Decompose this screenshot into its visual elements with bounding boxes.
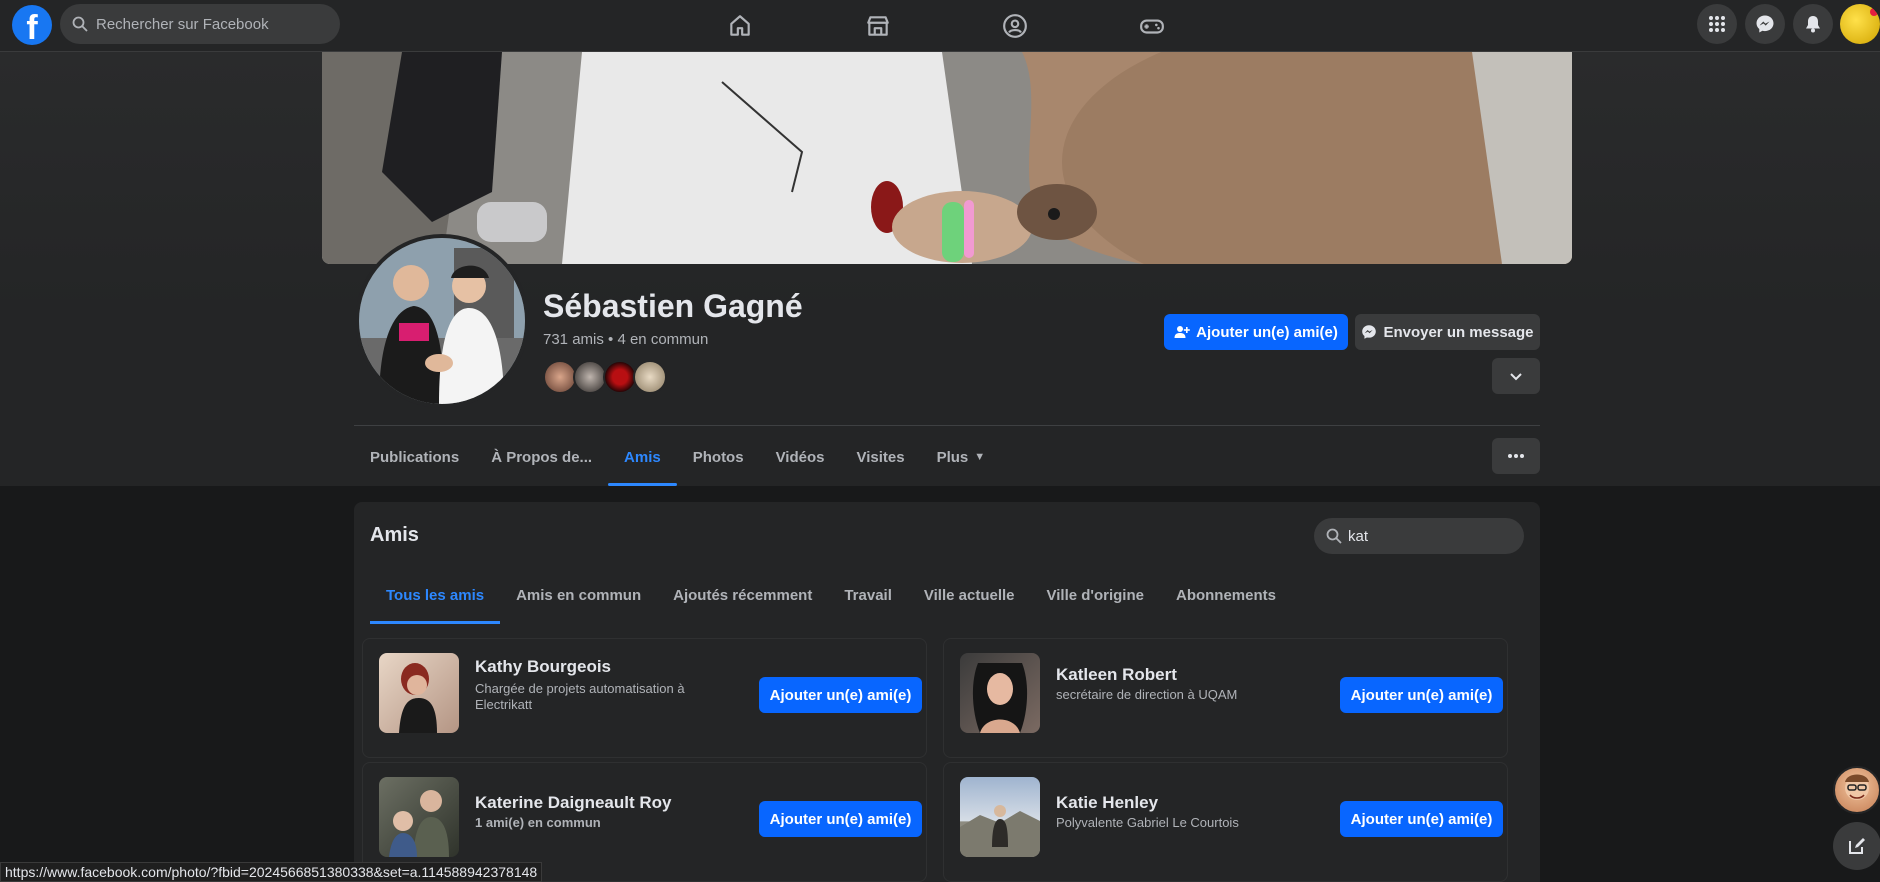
add-friend-button[interactable]: Ajouter un(e) ami(e)	[759, 677, 922, 713]
profile-picture[interactable]	[355, 234, 529, 408]
tab-friends[interactable]: Amis	[608, 428, 677, 486]
friends-card: Amis Tous les amis Amis en commun Ajouté…	[354, 502, 1540, 882]
new-message-button[interactable]	[1833, 822, 1880, 870]
tab-about[interactable]: À Propos de...	[475, 428, 608, 486]
subtab-label: Ajoutés récemment	[673, 586, 813, 604]
tab-more[interactable]: Plus ▼	[921, 428, 1002, 486]
add-friend-button[interactable]: Ajouter un(e) ami(e)	[759, 801, 922, 837]
subtab-label: Tous les amis	[386, 586, 485, 604]
friend-card: Katleen Robert secrétaire de direction à…	[943, 638, 1508, 758]
tab-visits[interactable]: Visites	[841, 428, 921, 486]
tab-label: Amis	[624, 448, 661, 466]
messenger-icon[interactable]	[1745, 4, 1785, 44]
search-icon	[1326, 528, 1342, 544]
friend-photo[interactable]	[379, 777, 459, 857]
marketplace-icon[interactable]	[860, 8, 896, 44]
mutual-avatar[interactable]	[603, 360, 637, 394]
compose-icon	[1849, 838, 1865, 854]
tab-label: À Propos de...	[491, 448, 593, 466]
subtab-label: Travail	[844, 586, 892, 604]
search-icon	[72, 16, 88, 32]
send-message-label: Envoyer un message	[1383, 323, 1534, 341]
top-navigation-bar: f	[0, 0, 1880, 52]
friends-search-box[interactable]	[1314, 518, 1524, 554]
global-search-input[interactable]	[96, 15, 316, 33]
subtab-label: Amis en commun	[516, 586, 642, 604]
notifications-icon[interactable]	[1793, 4, 1833, 44]
friend-card: Katie Henley Polyvalente Gabriel Le Cour…	[943, 762, 1508, 882]
subtab-current-city[interactable]: Ville actuelle	[908, 566, 1031, 624]
gaming-icon[interactable]	[1134, 8, 1170, 44]
profile-name: Sébastien Gagné	[543, 288, 803, 324]
friend-name[interactable]: Katerine Daigneault Roy	[475, 793, 672, 813]
mutual-friends-count[interactable]: 1 ami(e) en commun	[475, 815, 705, 831]
add-friend-button[interactable]: Ajouter un(e) ami(e)	[1164, 314, 1348, 350]
cover-photo[interactable]	[322, 52, 1572, 264]
add-friend-label: Ajouter un(e) ami(e)	[1196, 323, 1338, 341]
mutual-friends-avatars[interactable]	[543, 360, 667, 394]
header-divider	[354, 425, 1540, 426]
mutual-avatar[interactable]	[543, 360, 577, 394]
friend-name[interactable]: Katleen Robert	[1056, 665, 1177, 685]
friend-photo[interactable]	[960, 777, 1040, 857]
add-person-icon	[1174, 326, 1190, 338]
tab-publications[interactable]: Publications	[354, 428, 475, 486]
tab-label: Plus	[936, 448, 969, 466]
friend-card: Kathy Bourgeois Chargée de projets autom…	[362, 638, 927, 758]
subtab-hometown[interactable]: Ville d'origine	[1031, 566, 1160, 624]
groups-icon[interactable]	[997, 8, 1033, 44]
tab-label: Vidéos	[775, 448, 825, 466]
tab-label: Photos	[692, 448, 744, 466]
tab-label: Visites	[856, 448, 905, 466]
tab-photos[interactable]: Photos	[677, 428, 760, 486]
messenger-icon	[1362, 325, 1377, 339]
tab-label: Publications	[370, 448, 460, 466]
subtab-all-friends[interactable]: Tous les amis	[370, 566, 501, 624]
ellipsis-icon	[1508, 454, 1524, 458]
home-icon[interactable]	[722, 8, 758, 44]
add-friend-button[interactable]: Ajouter un(e) ami(e)	[1340, 677, 1503, 713]
chevron-down-icon	[1510, 373, 1522, 381]
friends-title: Amis	[370, 524, 419, 546]
global-search-box[interactable]	[60, 4, 340, 44]
mutual-avatar[interactable]	[633, 360, 667, 394]
subtab-recently-added[interactable]: Ajoutés récemment	[657, 566, 828, 624]
profile-options-dropdown[interactable]	[1492, 358, 1540, 394]
subtab-label: Abonnements	[1175, 586, 1276, 604]
status-bar-url: https://www.facebook.com/photo/?fbid=202…	[0, 862, 543, 882]
add-friend-button[interactable]: Ajouter un(e) ami(e)	[1340, 801, 1503, 837]
notification-dot-icon	[1870, 8, 1878, 16]
friend-photo[interactable]	[379, 653, 459, 733]
subtab-work[interactable]: Travail	[828, 566, 908, 624]
more-options-button[interactable]	[1492, 438, 1540, 474]
friend-name[interactable]: Kathy Bourgeois	[475, 657, 611, 677]
friend-name[interactable]: Katie Henley	[1056, 793, 1158, 813]
caret-down-icon: ▼	[974, 451, 986, 463]
friend-count[interactable]: 731 amis • 4 en commun	[543, 331, 708, 348]
subtab-mutual-friends[interactable]: Amis en commun	[500, 566, 657, 624]
friend-description: Chargée de projets automatisation à Elec…	[475, 681, 685, 712]
menu-grid-icon[interactable]	[1697, 4, 1737, 44]
friend-description: secrétaire de direction à UQAM	[1056, 687, 1238, 702]
profile-tabs: Publications À Propos de... Amis Photos …	[354, 428, 1001, 486]
send-message-button[interactable]: Envoyer un message	[1355, 314, 1540, 350]
friends-subtabs: Tous les amis Amis en commun Ajoutés réc…	[370, 566, 1292, 624]
tab-videos[interactable]: Vidéos	[760, 428, 841, 486]
friend-photo[interactable]	[960, 653, 1040, 733]
facebook-logo[interactable]: f	[12, 5, 52, 45]
account-avatar[interactable]	[1840, 4, 1880, 44]
subtab-label: Ville actuelle	[923, 586, 1015, 604]
subtab-following[interactable]: Abonnements	[1160, 566, 1292, 624]
friends-search-input[interactable]	[1348, 527, 1498, 545]
mutual-avatar[interactable]	[573, 360, 607, 394]
chat-head-avatar[interactable]	[1833, 766, 1880, 814]
subtab-label: Ville d'origine	[1046, 586, 1144, 604]
friend-description: Polyvalente Gabriel Le Courtois	[1056, 815, 1239, 830]
